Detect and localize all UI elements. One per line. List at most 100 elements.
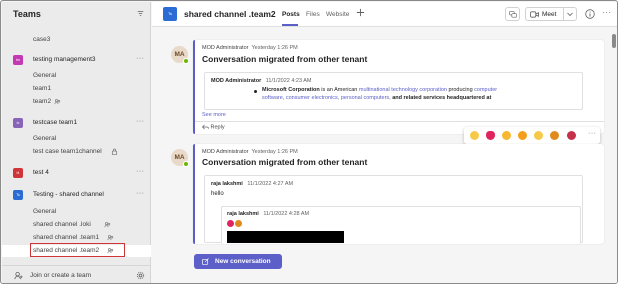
nested-timestamp: 11/1/2022 4:28 AM (263, 211, 310, 217)
reply-button[interactable]: Reply (202, 124, 225, 130)
tab-posts[interactable]: Posts (282, 11, 300, 18)
chevron-down-icon[interactable] (567, 12, 573, 17)
sad-icon[interactable] (534, 131, 543, 140)
sidebar-channel[interactable]: team2 (2, 96, 151, 108)
quoted-message: MOD Administrator 11/1/2022 4:23 AM Micr… (204, 72, 583, 110)
more-options-icon[interactable]: ··· (602, 8, 612, 17)
team-avatar: tc (13, 118, 23, 128)
tab-website[interactable]: Website (326, 11, 349, 18)
team-name: testcase team1 (33, 119, 78, 126)
team-name: Testing - shared channel (33, 191, 104, 198)
add-tab-icon[interactable] (356, 8, 365, 17)
reply-label: Reply (210, 124, 225, 131)
post-accent-bar (193, 40, 195, 134)
post-author[interactable]: MOD Administrator (202, 45, 248, 51)
quoted-text-segment: is an American (319, 87, 359, 93)
channel-options-button[interactable] (505, 7, 520, 21)
more-options-icon[interactable]: ··· (136, 190, 145, 197)
post-card[interactable]: MOD Administrator Yesterday 1:26 PM Conve… (193, 40, 604, 134)
tab-files[interactable]: Files (306, 11, 320, 18)
avatar-initials: MA (174, 154, 185, 161)
post-card[interactable]: MOD Administrator Yesterday 1:26 PM Conve… (193, 144, 604, 244)
scrollbar[interactable] (611, 28, 617, 283)
nested-author: raja lakshmi (227, 211, 259, 217)
surprised-icon[interactable] (518, 131, 527, 140)
team-channel-list: case3 tm testing management3 ··· General team… (2, 26, 151, 260)
channel-label: General (33, 135, 57, 142)
see-more-link[interactable]: See more (202, 112, 226, 118)
channel-label: shared channel .team1 (33, 234, 100, 241)
post-meta: MOD Administrator Yesterday 1:26 PM (202, 45, 298, 51)
team-name: test 4 (33, 169, 49, 176)
new-conversation-label: New conversation (215, 258, 271, 265)
sidebar-team[interactable]: t4 test 4 ··· (2, 166, 151, 180)
angry-icon[interactable] (550, 131, 559, 140)
heart-icon[interactable] (486, 131, 495, 140)
post-subject: Conversation migrated from other tenant (202, 157, 368, 167)
channel-label: case3 (33, 36, 51, 43)
team-avatar: tm (13, 55, 23, 65)
quoted-meta: raja lakshmi 11/1/2022 4:27 AM (211, 181, 293, 187)
grinning-emoji-icon (235, 220, 242, 227)
emoji-pair (227, 220, 243, 229)
more-options-icon[interactable]: ··· (136, 168, 145, 175)
post-timestamp: Yesterday 1:26 PM (251, 149, 298, 155)
join-team-icon[interactable] (14, 271, 23, 280)
sidebar-team[interactable]: tc testcase team1 ··· (2, 116, 151, 130)
team-name: testing management3 (33, 56, 96, 63)
post-author[interactable]: MOD Administrator (202, 149, 248, 155)
quoted-text-segment: producing (446, 87, 475, 93)
quoted-author: raja lakshmi (211, 181, 243, 187)
quoted-text: Microsoft Corporation is an American mul… (262, 86, 552, 102)
gear-icon[interactable] (136, 271, 145, 280)
sidebar-channel[interactable]: General (2, 133, 151, 145)
thumbs-up-icon[interactable] (470, 131, 479, 140)
reply-divider (195, 121, 604, 122)
active-tab-indicator (282, 24, 298, 26)
sidebar-channel[interactable]: test case team1channel (2, 146, 151, 158)
channel-label: team1 (33, 85, 52, 92)
quoted-timestamp: 11/1/2022 4:23 AM (265, 78, 312, 84)
nested-meta: raja lakshmi 11/1/2022 4:28 AM (227, 211, 309, 217)
redacted-content-block (227, 231, 344, 243)
laugh-icon[interactable] (502, 131, 511, 140)
scrollbar-thumb[interactable] (612, 34, 616, 48)
sidebar-channel[interactable]: General (2, 206, 151, 218)
quoted-bold-end: and related services headquartered at (390, 95, 492, 101)
team-avatar: Ts (13, 190, 23, 200)
link-multinational[interactable]: multinational technology corporation (359, 87, 447, 93)
avatar[interactable]: MA (171, 46, 189, 64)
nested-quoted-message: raja lakshmi 11/1/2022 4:28 AM (221, 206, 581, 244)
join-create-team-link[interactable]: Join or create a team (30, 272, 91, 279)
sidebar-title: Teams (13, 9, 41, 19)
channel-label: test case team1channel (33, 148, 102, 155)
custom-emoji-icon[interactable] (567, 131, 576, 140)
new-conversation-button[interactable]: New conversation (194, 254, 282, 269)
sidebar-team[interactable]: Ts Testing - shared channel ··· (2, 188, 151, 202)
quoted-meta: MOD Administrator 11/1/2022 4:23 AM (211, 78, 312, 84)
sidebar-channel[interactable]: shared channel .loki (2, 219, 151, 231)
more-options-icon[interactable]: ··· (136, 55, 145, 62)
more-reactions-icon[interactable]: ··· (588, 130, 597, 137)
meet-divider (563, 8, 564, 20)
sidebar-channel[interactable]: case3 (2, 34, 151, 46)
meet-label: Meet (542, 11, 557, 18)
avatar[interactable]: MA (171, 149, 189, 167)
quoted-timestamp: 11/1/2022 4:27 AM (247, 181, 294, 187)
link-software[interactable]: software, consumer electronics, personal… (262, 95, 391, 101)
sidebar-channel[interactable]: team1 (2, 83, 151, 95)
filter-icon[interactable] (137, 10, 144, 17)
meet-button[interactable]: Meet (525, 7, 577, 21)
compose-icon (202, 258, 209, 265)
info-icon[interactable] (585, 9, 595, 19)
post-meta: MOD Administrator Yesterday 1:26 PM (202, 149, 298, 155)
link-computer[interactable]: computer (474, 87, 497, 93)
teams-sidebar: Teams case3 tm testing management3 ··· Gener… (2, 2, 151, 283)
more-options-icon[interactable]: ··· (136, 118, 145, 125)
sidebar-channel[interactable]: General (2, 70, 151, 82)
sidebar-team[interactable]: tm testing management3 ··· (2, 53, 151, 67)
quoted-body: hello (211, 191, 224, 197)
shared-channel-icon (104, 222, 111, 228)
channel-label: shared channel .loki (33, 221, 91, 228)
team-avatar: t4 (13, 168, 23, 178)
